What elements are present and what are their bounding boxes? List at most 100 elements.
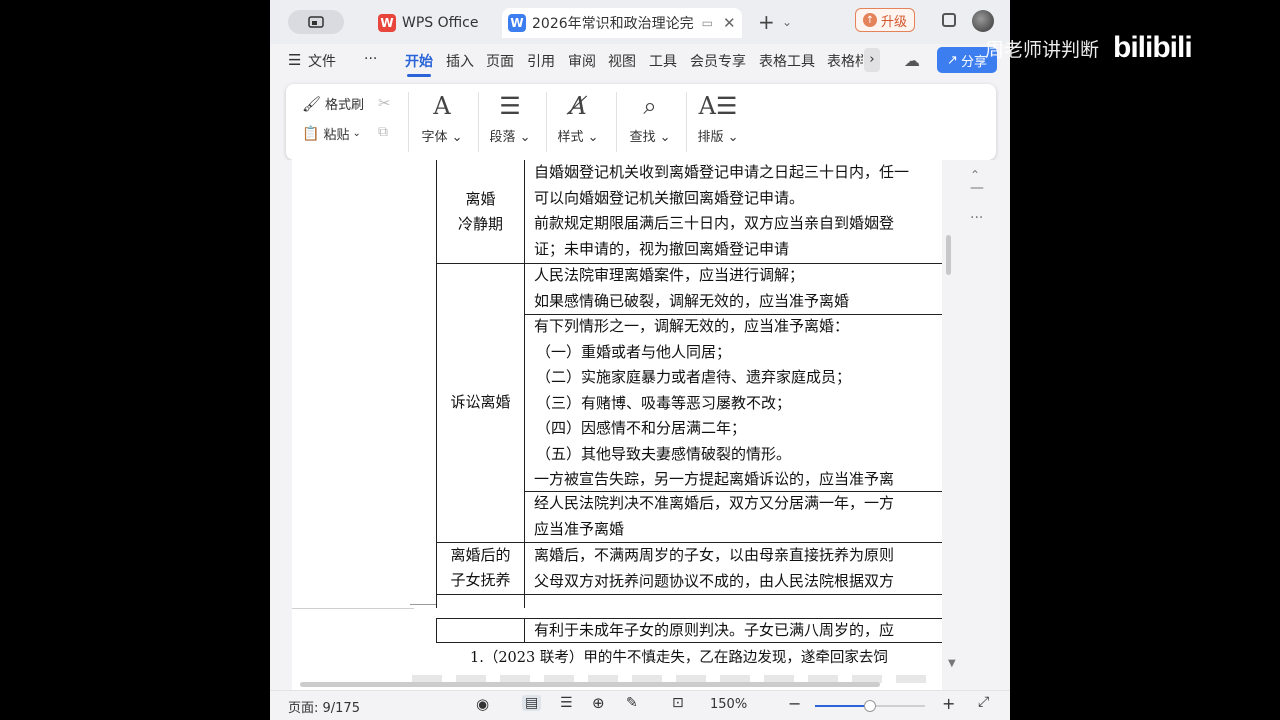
bilibili-watermark: 周老师讲判断 bilibili: [985, 28, 1193, 68]
row-title-child-custody: 离婚后的 子女抚养: [437, 543, 524, 593]
brush-icon: 🖌: [302, 94, 322, 113]
chevron-down-icon: ⌄: [352, 128, 361, 139]
font-button[interactable]: A 字体 ⌄: [412, 90, 472, 145]
zoom-out-button[interactable]: −: [788, 694, 801, 713]
fullscreen-icon[interactable]: ⤢: [978, 694, 989, 710]
outline-view-icon[interactable]: ☰: [560, 695, 573, 711]
litigation-block-1: 人民法院审理离婚案件，应当进行调解； 如果感情确已破裂，调解无效的，应当准予离婚: [534, 263, 849, 314]
menu-more[interactable]: ···: [364, 51, 377, 67]
page-view-icon[interactable]: ▤: [522, 695, 542, 711]
continued-row-content: 有利于未成年子女的原则判决。子女已满八周岁的，应: [534, 621, 895, 639]
format-painter-button[interactable]: 🖌 格式刷: [302, 94, 365, 114]
upgrade-button[interactable]: ↑ 升级: [855, 8, 915, 32]
content-line: 经人民法院判决不准离婚后，双方又分居满一年，一方: [534, 494, 895, 512]
paste-button[interactable]: 📋 粘贴 ⌄: [302, 124, 361, 144]
monitor-icon: ▭: [701, 16, 713, 30]
chevron-right-icon[interactable]: ›: [864, 48, 880, 72]
litigation-block-2: 有下列情形之一，调解无效的，应当准予离婚： （一）重婚或者与他人同居； （二）实…: [534, 314, 894, 493]
zoom-slider[interactable]: [815, 700, 925, 712]
content-line: 证；未申请的，视为撤回离婚登记申请: [534, 239, 790, 258]
cloud-upload-icon[interactable]: ☁: [904, 51, 920, 70]
menu-table-style[interactable]: 表格样: [827, 51, 863, 71]
row-title-line: 离婚: [465, 190, 496, 208]
row-title-line: 离婚后的: [450, 546, 511, 564]
menu-references[interactable]: 引用: [527, 51, 555, 71]
share-icon: ↗: [947, 52, 958, 68]
wps-window: W WPS Office W 2026年常识和政治理论完 ▭ ✕ + ⌄ ↑ 升…: [270, 0, 1010, 720]
row-title-line: 诉讼离婚: [450, 393, 511, 411]
layout-button[interactable]: A☰ 排版 ⌄: [688, 90, 748, 145]
content-line: （一）重婚或者与他人同居；: [536, 342, 732, 361]
content-line: （四）因感情不和分居满二年；: [536, 419, 747, 437]
window-restore-button[interactable]: [942, 13, 956, 27]
vertical-scrollbar[interactable]: [946, 235, 951, 275]
content-line: （五）其他导致夫妻感情破裂的情形。: [536, 444, 792, 463]
layout-label: 排版: [697, 130, 724, 145]
content-line: 可以向婚姻登记机关撤回离婚登记申请。: [534, 188, 805, 207]
paragraph-button[interactable]: ☰ 段落 ⌄: [480, 90, 540, 145]
hamburger-icon[interactable]: ☰: [288, 51, 301, 69]
tab-document[interactable]: W 2026年常识和政治理论完 ▭ ✕: [502, 8, 742, 38]
row-title-line: 子女抚养: [450, 571, 511, 589]
word-doc-icon: W: [508, 14, 526, 32]
find-button[interactable]: ⌕ 查找 ⌄: [620, 90, 680, 145]
zoom-in-button[interactable]: +: [942, 694, 955, 713]
paragraph-label: 段落: [489, 130, 516, 145]
layout-icon: A☰: [698, 92, 738, 120]
tab-wps-label: WPS Office: [402, 15, 479, 31]
style-pen-icon: A̸: [569, 92, 587, 120]
paste-label: 粘贴: [323, 128, 350, 143]
paragraph-lines-icon: ☰: [499, 92, 521, 120]
child-custody-content: 离婚后，不满两周岁的子女，以由母亲直接抚养为原则 父母双方对抚养问题协议不成的，…: [534, 543, 894, 594]
arrow-up-icon: ↑: [862, 13, 877, 27]
format-painter-label: 格式刷: [325, 98, 365, 113]
chevron-down-icon[interactable]: ⌄: [782, 15, 792, 29]
clipboard-icon: 📋: [302, 125, 320, 142]
style-button[interactable]: A̸ 样式 ⌄: [548, 90, 608, 145]
pen-icon[interactable]: ✎: [626, 695, 638, 711]
new-tab-button[interactable]: +: [758, 10, 775, 34]
content-line: 前款规定期限届满后三十日内，双方应当亲自到婚姻登: [534, 214, 895, 232]
close-tab-icon[interactable]: ✕: [723, 14, 736, 32]
watermark-text: 周老师讲判断: [985, 38, 1100, 61]
web-view-icon[interactable]: ⊕: [592, 694, 605, 712]
content-line: 父母双方对抚养问题协议不成的，由人民法院根据双方: [534, 571, 895, 590]
menu-bar: ☰ 文件 ··· 开始 插入 页面 引用 审阅 视图 工具 会员专享 表格工具 …: [270, 44, 1010, 77]
tab-wps-office[interactable]: W WPS Office: [370, 8, 498, 38]
menu-home[interactable]: 开始: [405, 51, 433, 77]
font-a-icon: A: [433, 92, 451, 120]
cut-icon[interactable]: ✂: [378, 94, 391, 112]
sidebar-icon: [308, 16, 324, 28]
menu-view[interactable]: 视图: [608, 51, 636, 71]
zoom-level[interactable]: 150%: [710, 697, 747, 712]
menu-table-tools[interactable]: 表格工具: [759, 51, 815, 71]
search-icon: ⌕: [643, 92, 657, 120]
minus-icon[interactable]: —: [970, 180, 984, 196]
tab-document-label: 2026年常识和政治理论完: [532, 16, 694, 32]
horizontal-scrollbar[interactable]: [300, 682, 880, 687]
scroll-down-icon[interactable]: ▼: [948, 658, 956, 669]
zoom-slider-knob[interactable]: [864, 700, 876, 712]
menu-review[interactable]: 审阅: [568, 51, 596, 71]
more-options-icon[interactable]: ···: [970, 210, 983, 226]
cooling-period-content: 自婚姻登记机关收到离婚登记申请之日起三十日内，任一 可以向婚姻登记机关撤回离婚登…: [534, 160, 909, 262]
tab-bar: W WPS Office W 2026年常识和政治理论完 ▭ ✕ + ⌄ ↑ 升…: [270, 0, 1010, 44]
menu-insert[interactable]: 插入: [446, 51, 474, 71]
copy-icon[interactable]: ⧉: [378, 124, 388, 140]
eye-icon[interactable]: ◉: [476, 695, 489, 713]
content-line: 如果感情确已破裂，调解无效的，应当准予离婚: [534, 291, 850, 310]
document-page[interactable]: 离婚 冷静期 自婚姻登记机关收到离婚登记申请之日起三十日内，任一 可以向婚姻登记…: [292, 160, 942, 690]
page-indicator[interactable]: 页面: 9/175: [288, 697, 360, 716]
content-line: 一方被宣告失踪，另一方提起离婚诉讼的，应当准予离: [534, 470, 895, 488]
status-bar: 页面: 9/175 ◉ ▤ ☰ ⊕ ✎ ⊡ 150% − + ⤢: [270, 690, 1010, 720]
menu-tools[interactable]: 工具: [649, 51, 677, 71]
fit-page-icon[interactable]: ⊡: [672, 695, 684, 711]
content-line: （三）有赌博、吸毒等恶习屡教不改；: [536, 393, 792, 412]
menu-member[interactable]: 会员专享: [690, 51, 746, 71]
menu-page[interactable]: 页面: [486, 51, 514, 71]
menu-file[interactable]: 文件: [308, 51, 336, 71]
document-area: 离婚 冷静期 自婚姻登记机关收到离婚登记申请之日起三十日内，任一 可以向婚姻登记…: [270, 160, 1010, 690]
content-line: 自婚姻登记机关收到离婚登记申请之日起三十日内，任一: [534, 163, 910, 181]
bilibili-logo: bilibili: [1113, 31, 1193, 64]
sidebar-toggle-button[interactable]: [288, 10, 344, 34]
